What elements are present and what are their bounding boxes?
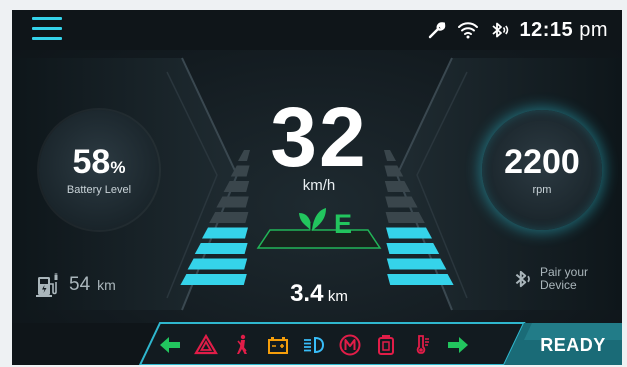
top-status-bar: 12:15 pm	[12, 10, 622, 50]
dashboard-screen: 12:15 pm 58% Battery Level 2200 rpm 32 k…	[12, 10, 622, 365]
speed-unit: km/h	[302, 177, 336, 194]
battery-unit: %	[110, 158, 126, 177]
battery-label: Battery Level	[66, 184, 132, 196]
level-bar	[386, 258, 447, 270]
wifi-icon	[458, 22, 479, 39]
speed-value: 32	[270, 90, 368, 184]
range-value: 54	[69, 274, 91, 295]
right-turn-signal-icon	[446, 333, 470, 357]
wrench-icon	[429, 22, 446, 39]
level-bar	[386, 243, 440, 254]
battery-gauge: 58% Battery Level	[39, 110, 159, 230]
drive-mode-letter: E	[334, 209, 353, 239]
level-bar	[194, 243, 248, 254]
hazard-warning-icon	[194, 333, 218, 357]
motor-fault-icon	[338, 333, 362, 357]
trip-unit: km	[327, 288, 348, 305]
rpm-unit: rpm	[532, 184, 552, 196]
temperature-warning-icon	[410, 333, 434, 357]
trip-value: 3.4	[290, 280, 324, 307]
level-bar	[386, 227, 432, 239]
clock-time: 12:15	[519, 18, 574, 41]
hamburger-menu-icon[interactable]	[32, 17, 62, 43]
fuel-warning-icon	[374, 333, 398, 357]
warning-indicators	[158, 331, 470, 359]
pair-device-label: Pair your Device	[540, 265, 589, 292]
clock-ampm: pm	[579, 18, 608, 41]
level-bar	[180, 274, 247, 285]
level-bar	[385, 212, 425, 223]
level-bar	[202, 227, 248, 239]
rpm-gauge: 2200 rpm	[482, 110, 602, 230]
left-turn-signal-icon	[158, 333, 182, 357]
drive-mode-indicator: E	[255, 202, 385, 260]
seatbelt-warning-icon	[230, 333, 254, 357]
level-bar	[387, 274, 454, 285]
rpm-value: 2200	[504, 143, 580, 181]
status-area: 12:15 pm	[427, 16, 608, 44]
headlight-icon	[302, 333, 326, 357]
bluetooth-icon	[492, 22, 509, 38]
battery-value: 58	[72, 143, 111, 181]
trip-distance: 3.4 km	[244, 280, 394, 308]
battery-warning-icon	[266, 333, 290, 357]
eco-leaf-icon	[299, 208, 326, 231]
range-indicator: 54 km	[36, 272, 116, 298]
level-bar	[209, 212, 249, 223]
bluetooth-icon	[515, 270, 530, 288]
ready-status: READY	[540, 335, 606, 355]
charging-station-icon	[36, 273, 58, 297]
clock: 12:15 pm	[519, 19, 608, 42]
pair-device-button[interactable]: Pair your Device	[512, 266, 592, 292]
range-unit: km	[97, 277, 116, 293]
level-bar	[187, 258, 248, 270]
